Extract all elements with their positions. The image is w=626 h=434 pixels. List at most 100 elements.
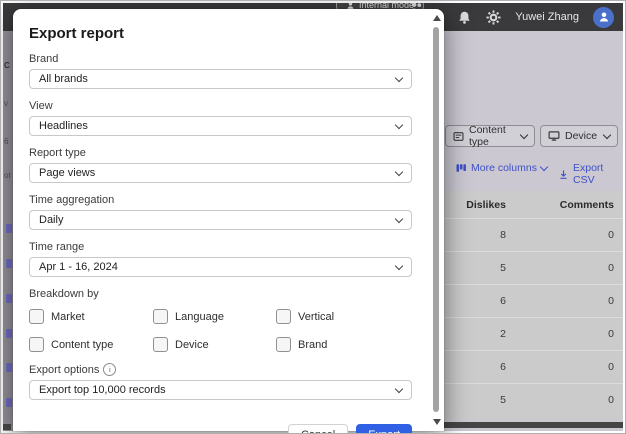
- checkbox-label: Vertical: [298, 311, 334, 323]
- checkbox-brand[interactable]: Brand: [276, 337, 412, 352]
- checkbox-box[interactable]: [29, 309, 44, 324]
- more-columns-link[interactable]: More columns: [455, 162, 547, 174]
- clipped-link-fragment: [6, 259, 12, 268]
- table-row: 6 0: [444, 284, 623, 317]
- columns-icon: [455, 162, 467, 174]
- checkbox-box[interactable]: [153, 337, 168, 352]
- dislikes-cell: 2: [444, 328, 506, 340]
- checkbox-label: Brand: [298, 339, 327, 351]
- app-window: Internal mode ?: [0, 0, 626, 434]
- time-aggregation-value: Daily: [39, 214, 63, 226]
- chevron-down-icon: [395, 214, 403, 222]
- checkbox-box[interactable]: [153, 309, 168, 324]
- comments-cell: 0: [506, 361, 623, 373]
- view-value: Headlines: [39, 120, 88, 132]
- export-options-value: Export top 10,000 records: [39, 384, 166, 396]
- content-type-label: Content type: [469, 124, 516, 148]
- export-csv-link[interactable]: Export CSV: [558, 162, 623, 186]
- person-icon: [598, 11, 610, 23]
- scrollbar-thumb[interactable]: [433, 27, 439, 412]
- chevron-down-icon: [603, 130, 611, 138]
- checkbox-vertical[interactable]: Vertical: [276, 309, 412, 324]
- chevron-down-icon: [395, 120, 403, 128]
- dislikes-cell: 5: [444, 262, 506, 274]
- background-content: Content type Device More columns: [444, 31, 623, 431]
- checkbox-label: Device: [175, 339, 209, 351]
- brand-label: Brand: [29, 53, 412, 65]
- checkbox-box[interactable]: [276, 337, 291, 352]
- background-left-edge: C v 6 ot: [3, 31, 13, 431]
- gear-icon[interactable]: [486, 10, 501, 25]
- comments-cell: 0: [506, 295, 623, 307]
- download-icon: [558, 169, 569, 180]
- modal-scrollbar[interactable]: [431, 12, 442, 428]
- time-aggregation-label: Time aggregation: [29, 194, 412, 206]
- scroll-down-arrow[interactable]: [433, 419, 441, 425]
- device-filter-button[interactable]: Device: [540, 125, 618, 147]
- brand-value: All brands: [39, 73, 88, 85]
- user-name: Yuwei Zhang: [515, 11, 579, 23]
- time-aggregation-select[interactable]: Daily: [29, 210, 412, 230]
- dislikes-cell: 5: [444, 394, 506, 406]
- brand-select[interactable]: All brands: [29, 69, 412, 89]
- chevron-down-icon: [395, 384, 403, 392]
- view-label: View: [29, 100, 412, 112]
- scroll-up-arrow[interactable]: [433, 15, 441, 21]
- export-csv-label: Export CSV: [573, 162, 623, 186]
- avatar[interactable]: [593, 7, 614, 28]
- column-header-dislikes: Dislikes: [444, 199, 506, 211]
- bell-icon[interactable]: [457, 10, 472, 25]
- device-label: Device: [565, 130, 597, 142]
- report-type-select[interactable]: Page views: [29, 163, 412, 183]
- chevron-down-icon: [395, 261, 403, 269]
- table-row: 5 0: [444, 251, 623, 284]
- checkbox-device[interactable]: Device: [153, 337, 276, 352]
- checkbox-language[interactable]: Language: [153, 309, 276, 324]
- comments-cell: 0: [506, 229, 623, 241]
- horizontal-scrollbar[interactable]: [444, 422, 623, 428]
- breakdown-by-label: Breakdown by: [29, 288, 412, 300]
- time-range-label: Time range: [29, 241, 412, 253]
- comments-cell: 0: [506, 394, 623, 406]
- clipped-link-fragment: [6, 363, 12, 372]
- dislikes-cell: 8: [444, 229, 506, 241]
- chevron-down-icon: [520, 130, 528, 138]
- table-row: 2 0: [444, 317, 623, 350]
- export-button[interactable]: Export: [356, 424, 412, 434]
- checkbox-label: Market: [51, 311, 85, 323]
- chevron-down-icon: [395, 73, 403, 81]
- checkbox-box[interactable]: [276, 309, 291, 324]
- content-type-icon: [453, 131, 464, 142]
- checkbox-market[interactable]: Market: [29, 309, 153, 324]
- time-range-select[interactable]: Apr 1 - 16, 2024: [29, 257, 412, 277]
- monitor-icon: [548, 130, 560, 142]
- checkbox-content-type[interactable]: Content type: [29, 337, 153, 352]
- page: Internal mode ?: [3, 3, 623, 431]
- clipped-text-fragment: v: [4, 99, 8, 108]
- breakdown-options: Market Language Vertical Content ty: [29, 309, 412, 352]
- info-icon[interactable]: i: [103, 363, 116, 376]
- clipped-link-fragment: [6, 224, 12, 233]
- column-header-comments: Comments: [506, 199, 623, 211]
- clipped-text-fragment: ot: [4, 171, 11, 180]
- report-type-value: Page views: [39, 167, 95, 179]
- chevron-down-icon: [395, 167, 403, 175]
- clipped-link-fragment: [6, 398, 12, 407]
- results-table: Dislikes Comments 8 0 5 0 6 0 2 0: [444, 191, 623, 420]
- comments-cell: 0: [506, 328, 623, 340]
- table-row: 8 0: [444, 218, 623, 251]
- checkbox-label: Content type: [51, 339, 113, 351]
- table-row: 6 0: [444, 350, 623, 383]
- table-row: 5 0: [444, 383, 623, 416]
- cancel-button[interactable]: Cancel: [288, 424, 348, 434]
- export-options-select[interactable]: Export top 10,000 records: [29, 380, 412, 400]
- view-select[interactable]: Headlines: [29, 116, 412, 136]
- chevron-down-icon: [540, 162, 548, 170]
- dialog-title: Export report: [29, 25, 412, 42]
- export-options-label: Export options: [29, 364, 99, 376]
- checkbox-box[interactable]: [29, 337, 44, 352]
- report-type-label: Report type: [29, 147, 412, 159]
- comments-cell: 0: [506, 262, 623, 274]
- clipped-text-fragment: C: [4, 61, 10, 70]
- content-type-filter-button[interactable]: Content type: [445, 125, 535, 147]
